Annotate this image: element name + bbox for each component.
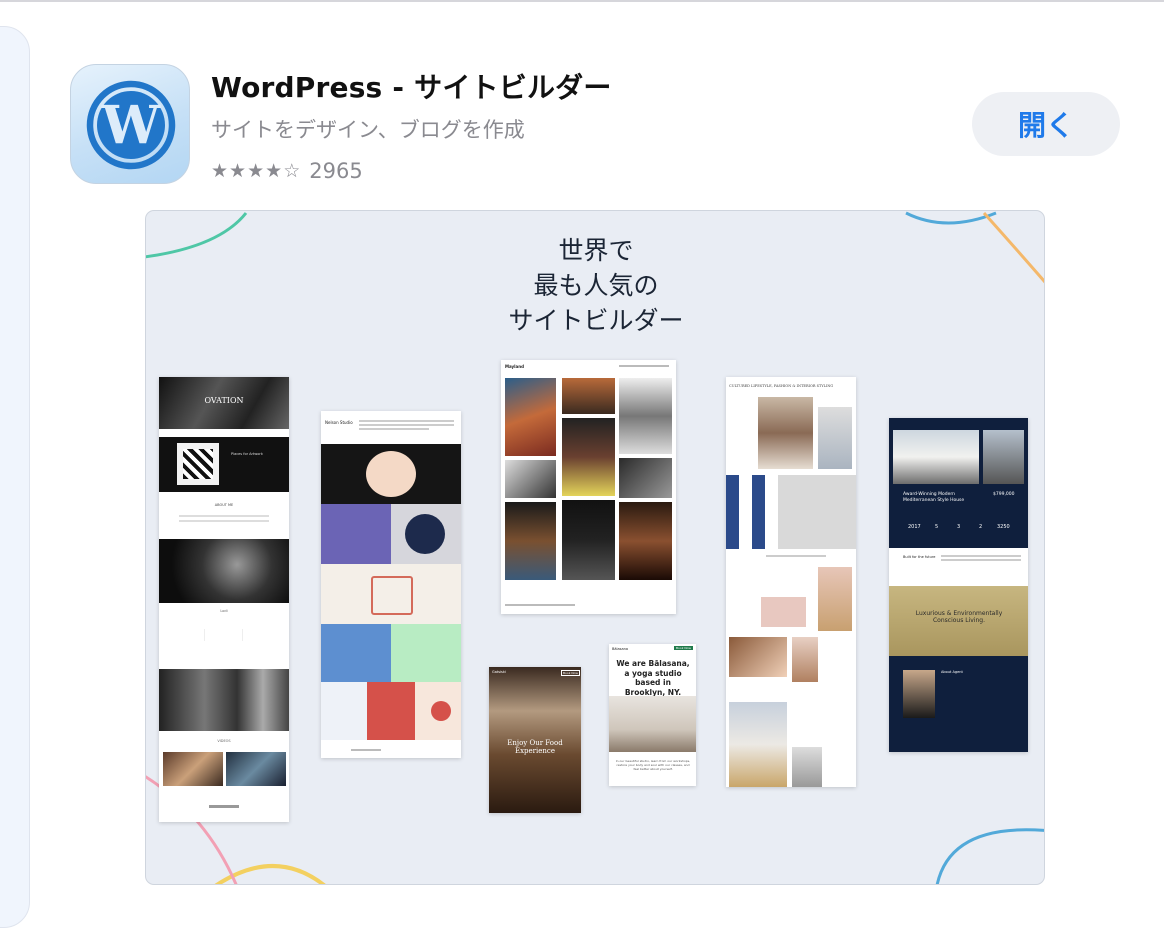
real-estate-price: $799,000: [993, 492, 1015, 497]
theme-preview-illustration: Nelson Studio: [321, 411, 461, 758]
app-title: WordPress - サイトビルダー: [211, 71, 612, 104]
yoga-brand: Bālasana: [612, 647, 628, 651]
theme-preview-ovation: OVATION Places for Artwork ABOUT ME Lodi…: [159, 377, 289, 822]
illustration-brand: Nelson Studio: [325, 420, 353, 425]
screenshot-headline: 世界で 最も人気の サイトビルダー: [146, 233, 1044, 338]
real-estate-stat-3: 3: [957, 524, 961, 530]
real-estate-headline: Award-Winning Modern Mediterranean Style…: [903, 492, 965, 503]
theme-preview-food: Gatsiski Book Now Enjoy Our Food Experie…: [489, 667, 581, 813]
theme-preview-yoga: Bālasana Book Now We are Bālasana, a yog…: [609, 644, 696, 786]
theme-preview-photography: Mayland: [501, 360, 676, 614]
food-book-button: Book Now: [561, 670, 580, 676]
star-filled-icon: ★: [229, 160, 248, 182]
ovation-section-3: Lodi: [220, 609, 228, 613]
headline-line-3: サイトビルダー: [508, 306, 684, 335]
real-estate-banner: Luxurious & Environmentally Conscious Li…: [915, 610, 1003, 624]
headline-line-2: 最も人気の: [533, 271, 659, 300]
app-icon[interactable]: W: [70, 64, 190, 184]
food-brand: Gatsiski: [492, 670, 506, 674]
wordpress-logo-icon: W: [86, 80, 176, 170]
rating-stars: ★ ★ ★ ★ ☆: [211, 160, 301, 182]
yoga-headline: We are Bālasana, a yoga studio based in …: [616, 659, 690, 697]
real-estate-stat-4: 2: [979, 524, 983, 530]
yoga-book-button: Book Now: [674, 646, 693, 650]
real-estate-stat-5: 3250: [997, 524, 1010, 530]
app-subtitle: サイトをデザイン、ブログを作成: [211, 118, 525, 142]
ovation-section-4: VIDEOS: [217, 739, 231, 743]
theme-preview-real-estate: Award-Winning Modern Mediterranean Style…: [889, 418, 1028, 752]
real-estate-section: Built for the future: [903, 555, 936, 559]
star-filled-icon: ★: [265, 160, 284, 182]
rating-count: 2965: [309, 159, 363, 183]
headline-line-1: 世界で: [558, 236, 634, 265]
food-headline: Enjoy Our Food Experience: [507, 739, 563, 755]
left-side-panel: [0, 26, 30, 928]
real-estate-agent: About Agent: [941, 670, 963, 674]
ovation-section-1: Places for Artwork: [231, 452, 263, 456]
open-button[interactable]: 開く: [972, 92, 1120, 156]
rating-row: ★ ★ ★ ★ ☆ 2965: [211, 159, 363, 183]
star-filled-icon: ★: [247, 160, 266, 182]
real-estate-stat-1: 2017: [908, 524, 921, 530]
svg-text:W: W: [101, 95, 162, 156]
yoga-body: In our beautiful studio, learn from our …: [615, 759, 691, 771]
ovation-section-2: ABOUT ME: [214, 503, 234, 507]
real-estate-stat-2: 5: [935, 524, 939, 530]
ovation-title: OVATION: [204, 396, 244, 405]
app-screenshot[interactable]: 世界で 最も人気の サイトビルダー OVATION Places for Art…: [145, 210, 1045, 885]
star-empty-icon: ☆: [283, 160, 302, 182]
fashion-header: CULTURED LIFESTYLE, FASHION & INTERIOR S…: [729, 384, 834, 388]
theme-preview-fashion: CULTURED LIFESTYLE, FASHION & INTERIOR S…: [726, 377, 856, 787]
photo-brand: Mayland: [505, 364, 524, 369]
star-filled-icon: ★: [211, 160, 230, 182]
top-divider: [0, 0, 1164, 2]
